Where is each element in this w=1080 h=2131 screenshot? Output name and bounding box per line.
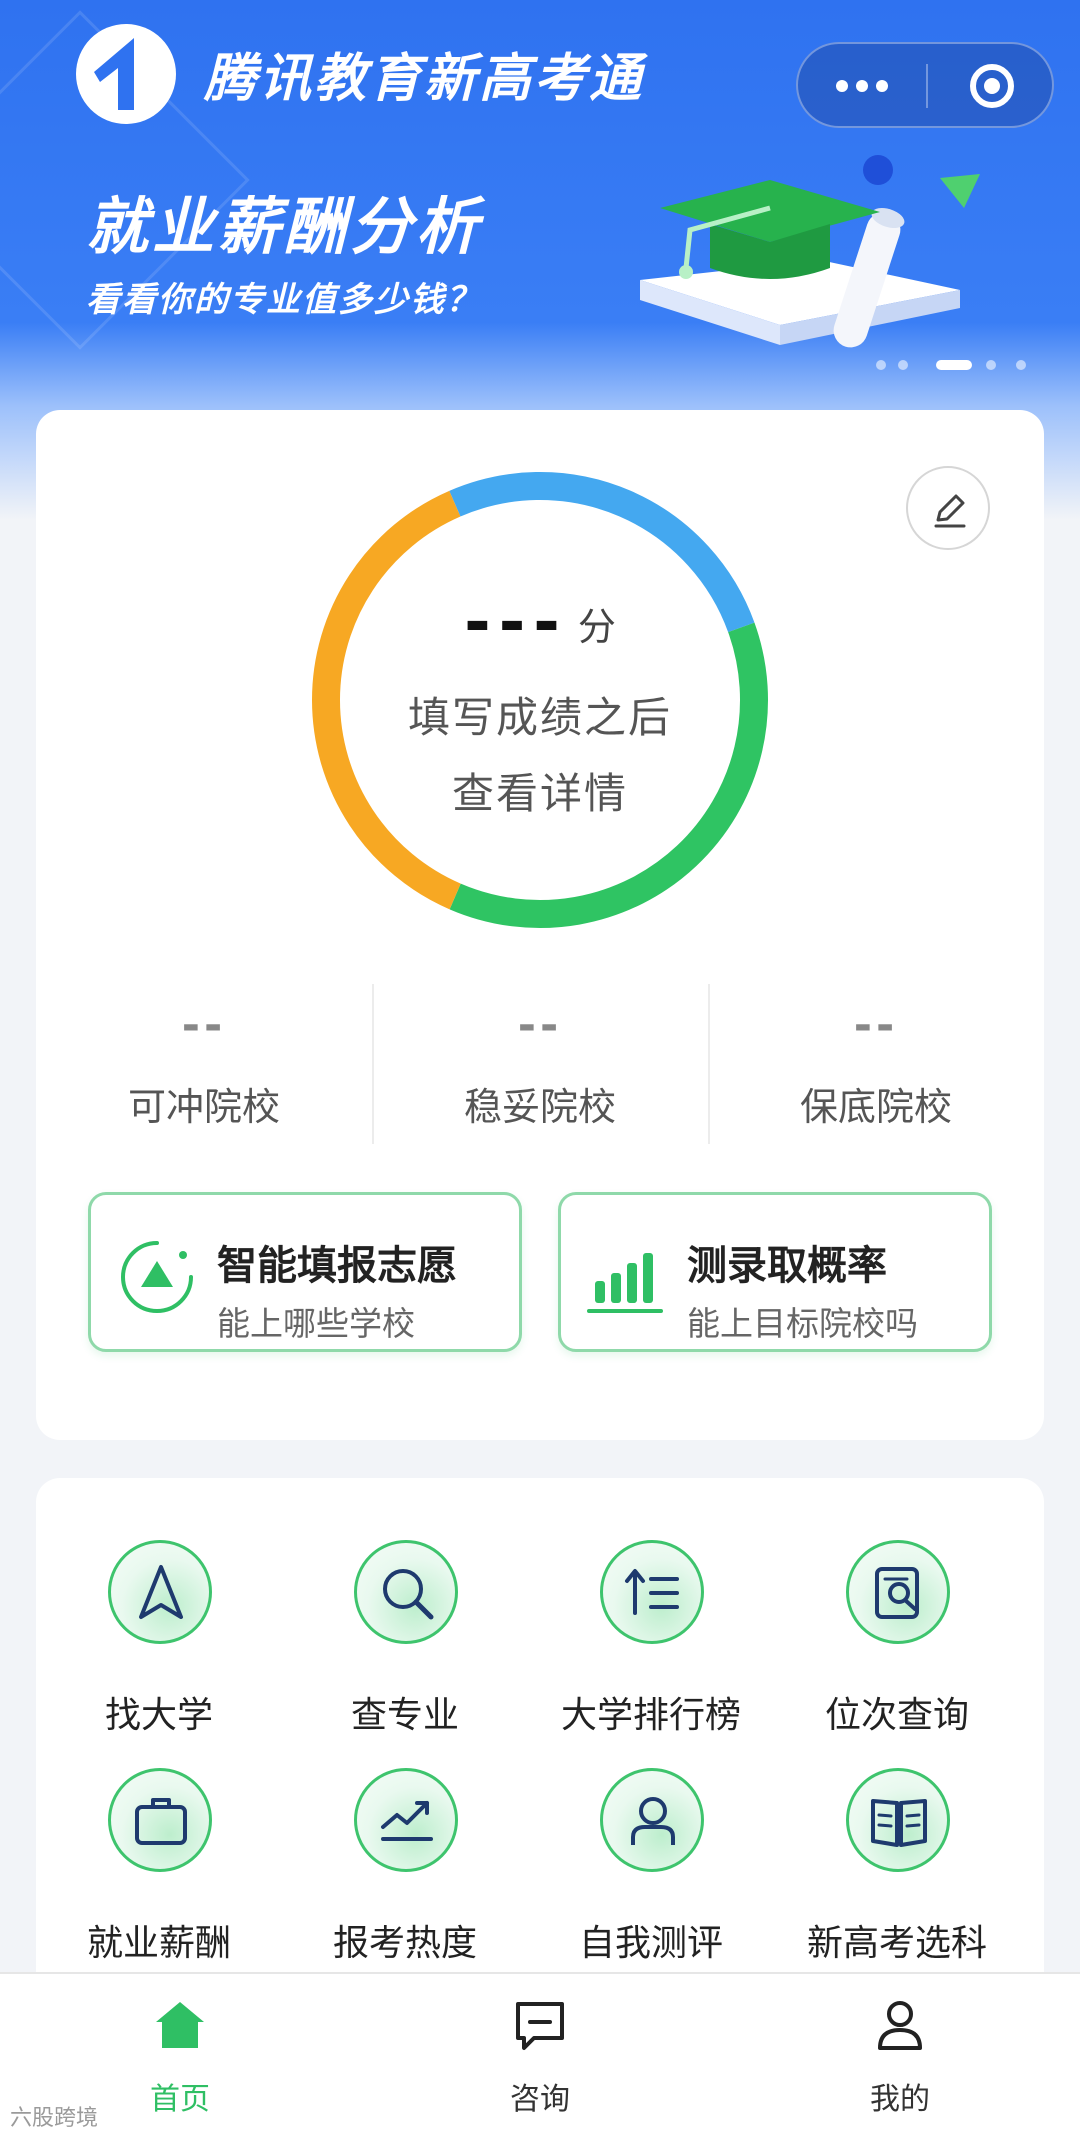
document-search-icon: [875, 1567, 919, 1619]
tool-icon-circle: [108, 1540, 212, 1644]
score-unit: 分: [577, 604, 616, 649]
score-value: ---: [464, 586, 568, 660]
action-subtitle: 能上哪些学校: [217, 1304, 415, 1343]
stat-safe-schools[interactable]: -- 稳妥院校: [372, 970, 708, 1150]
tool-icon-circle: [600, 1768, 704, 1872]
tool-rank-query[interactable]: 位次查询: [774, 1540, 1020, 1750]
action-title: 智能填报志愿: [217, 1243, 457, 1289]
tool-employment-salary[interactable]: 就业薪酬: [36, 1768, 282, 1978]
tool-icon-circle: [108, 1768, 212, 1872]
stat-value: --: [853, 1000, 899, 1051]
score-card: --- 分 填写成绩之后 查看详情 -- 可冲院校 -- 稳妥院校 -- 保底院校…: [36, 410, 1044, 1440]
tool-icon-circle: [846, 1540, 950, 1644]
tool-label: 自我测评: [578, 1923, 723, 1964]
tool-label: 找大学: [104, 1695, 213, 1736]
edit-score-button[interactable]: [906, 466, 990, 550]
admission-probability-button[interactable]: 测录取概率 能上目标院校吗: [558, 1192, 992, 1352]
mini-program-capsule: [796, 42, 1054, 128]
tab-label: 咨询: [510, 2082, 570, 2117]
score-hint-line1: 填写成绩之后: [407, 693, 672, 742]
tab-consult[interactable]: 咨询: [360, 1974, 720, 2131]
tool-find-university[interactable]: 找大学: [36, 1540, 282, 1750]
banner-subtitle: 看看你的专业值多少钱？: [86, 280, 482, 320]
score-hint-line2: 查看详情: [451, 769, 628, 818]
tool-icon-circle: [846, 1768, 950, 1872]
bottom-tab-bar: 首页 咨询 我的: [0, 1972, 1080, 2131]
pencil-icon: [934, 494, 966, 528]
tool-self-assessment[interactable]: 自我测评: [528, 1768, 774, 1978]
banner-title: 就业薪酬分析: [86, 190, 483, 263]
stat-value: --: [181, 1000, 227, 1051]
score-display: --- 分: [304, 586, 776, 660]
tool-icon-circle: [354, 1768, 458, 1872]
home-icon: [156, 2002, 204, 2048]
tool-application-heat[interactable]: 报考热度: [282, 1768, 528, 1978]
school-stats: -- 可冲院校 -- 稳妥院校 -- 保底院校: [36, 970, 1044, 1150]
stat-label: 可冲院校: [127, 1085, 280, 1129]
book-icon: [871, 1799, 927, 1847]
stat-label: 保底院校: [799, 1085, 952, 1129]
trend-chart-icon: [381, 1801, 433, 1841]
stat-backup-schools[interactable]: -- 保底院校: [708, 970, 1044, 1150]
watermark: 六股跨境: [10, 2106, 99, 2131]
tool-label: 报考热度: [332, 1923, 477, 1964]
tool-label: 就业薪酬: [86, 1923, 231, 1964]
tool-icon-circle: [600, 1540, 704, 1644]
app-title: 腾讯教育新高考通: [204, 49, 645, 109]
tool-search-major[interactable]: 查专业: [282, 1540, 528, 1750]
ranking-list-icon: [625, 1569, 679, 1615]
more-dots-icon[interactable]: [798, 44, 926, 126]
tool-label: 位次查询: [824, 1695, 969, 1736]
action-subtitle: 能上目标院校吗: [687, 1304, 918, 1343]
tool-icon-circle: [354, 1540, 458, 1644]
stat-label: 稳妥院校: [463, 1085, 616, 1129]
tools-grid: 找大学 查专业 大学排行榜 位次查询 就业薪酬 报考热度 自我测评 新高考选科: [36, 1478, 1044, 1978]
tool-label: 大学排行榜: [560, 1695, 741, 1736]
graduation-cap-illustration: [640, 155, 980, 348]
close-target-icon[interactable]: [928, 44, 1054, 126]
navigation-arrow-icon: [139, 1565, 183, 1619]
stat-reach-schools[interactable]: -- 可冲院校: [36, 970, 372, 1150]
search-icon: [383, 1569, 434, 1620]
action-title: 测录取概率: [687, 1243, 887, 1289]
tool-label: 新高考选科: [806, 1923, 987, 1964]
bar-chart-icon: [587, 1253, 663, 1313]
person-icon: [631, 1797, 675, 1845]
tool-label: 查专业: [350, 1695, 459, 1736]
tab-profile[interactable]: 我的: [720, 1974, 1080, 2131]
tool-subject-selection[interactable]: 新高考选科: [774, 1768, 1020, 1978]
tool-university-ranking[interactable]: 大学排行榜: [528, 1540, 774, 1750]
triangle-target-icon: [121, 1241, 193, 1313]
chat-icon: [516, 2002, 564, 2050]
app-logo: [76, 24, 176, 124]
stat-value: --: [517, 1000, 563, 1051]
user-icon: [878, 2001, 922, 2050]
tab-label: 我的: [870, 2082, 930, 2117]
briefcase-icon: [135, 1798, 187, 1845]
smart-application-button[interactable]: 智能填报志愿 能上哪些学校: [88, 1192, 522, 1352]
